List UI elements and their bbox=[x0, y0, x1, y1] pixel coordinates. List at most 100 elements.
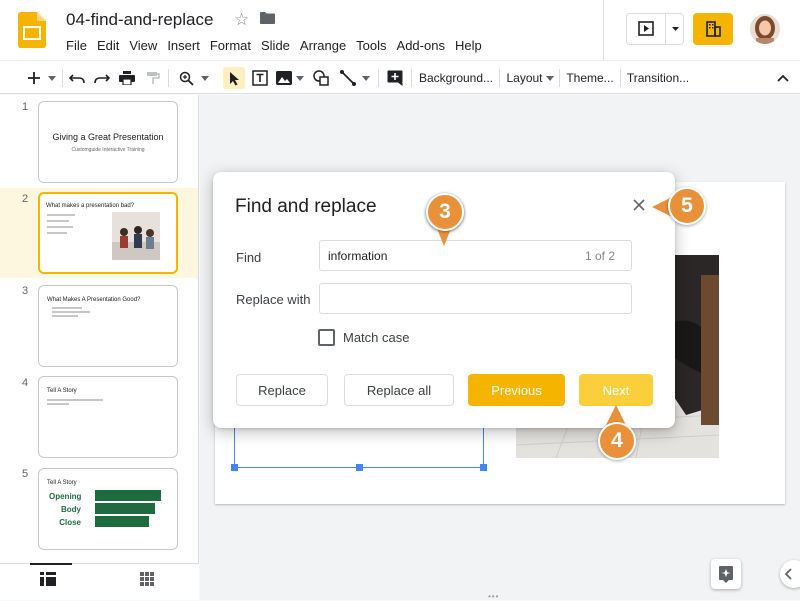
toolbar-divider bbox=[620, 69, 621, 87]
resize-handle[interactable] bbox=[231, 464, 238, 471]
callout-5: 5 bbox=[668, 187, 706, 225]
replace-all-button[interactable]: Replace all bbox=[344, 374, 454, 406]
menu-view[interactable]: View bbox=[124, 36, 162, 55]
theme-button[interactable]: Theme... bbox=[565, 68, 615, 88]
menu-tools[interactable]: Tools bbox=[351, 36, 391, 55]
thumb-title: What makes a presentation bad? bbox=[46, 203, 135, 209]
image-button[interactable] bbox=[274, 68, 294, 88]
zoom-button[interactable] bbox=[176, 68, 196, 88]
caret-down-icon bbox=[672, 27, 679, 31]
close-icon[interactable] bbox=[630, 196, 648, 214]
slide-thumbnail-2[interactable]: What makes a presentation bad? bbox=[38, 192, 178, 274]
image-icon bbox=[276, 71, 292, 85]
thumb-text-line bbox=[47, 403, 69, 405]
layout-button[interactable]: Layout bbox=[505, 68, 555, 88]
print-icon bbox=[119, 71, 135, 85]
present-icon bbox=[638, 21, 654, 36]
thumb-text-line bbox=[52, 315, 78, 317]
explore-icon bbox=[719, 566, 733, 583]
collapse-toolbar-button[interactable] bbox=[774, 68, 792, 88]
text-box-button[interactable] bbox=[250, 68, 270, 88]
match-case-label[interactable]: Match case bbox=[343, 330, 409, 345]
text-box-icon bbox=[252, 70, 268, 86]
menu-slide[interactable]: Slide bbox=[256, 36, 295, 55]
slide-number: 2 bbox=[22, 193, 29, 205]
match-case-checkbox[interactable] bbox=[318, 329, 335, 346]
slides-logo-icon[interactable] bbox=[18, 12, 46, 48]
line-icon bbox=[340, 70, 356, 86]
zoom-dropdown[interactable] bbox=[198, 68, 212, 88]
undo-button[interactable] bbox=[67, 68, 87, 88]
add-comment-icon bbox=[387, 70, 403, 86]
slide-thumbnail-4[interactable]: Tell A Story bbox=[38, 376, 178, 458]
transition-button[interactable]: Transition... bbox=[626, 68, 690, 88]
redo-button[interactable] bbox=[92, 68, 112, 88]
insert-comment-button[interactable] bbox=[385, 68, 405, 88]
menu-arrange[interactable]: Arrange bbox=[295, 36, 351, 55]
menu-insert[interactable]: Insert bbox=[162, 36, 205, 55]
shape-button[interactable] bbox=[311, 68, 331, 88]
explore-button[interactable] bbox=[711, 559, 741, 589]
new-slide-button[interactable] bbox=[24, 68, 44, 88]
slide-number: 3 bbox=[22, 285, 29, 297]
menu-file[interactable]: File bbox=[61, 36, 92, 55]
callout-3: 3 bbox=[426, 193, 464, 231]
menu-bar: File Edit View Insert Format Slide Arran… bbox=[61, 36, 487, 55]
folder-icon[interactable] bbox=[260, 12, 275, 24]
caret-down-icon bbox=[48, 75, 56, 81]
filmstrip-footer bbox=[0, 563, 199, 600]
next-button[interactable]: Next bbox=[579, 374, 653, 406]
present-button-group bbox=[626, 13, 684, 45]
document-title[interactable]: 04-find-and-replace bbox=[66, 10, 213, 30]
present-dropdown[interactable] bbox=[665, 14, 684, 44]
paint-format-icon bbox=[147, 72, 160, 84]
toolbar-divider bbox=[411, 69, 412, 87]
paint-format-button[interactable] bbox=[143, 68, 163, 88]
replace-button[interactable]: Replace bbox=[236, 374, 328, 406]
select-tool-button[interactable] bbox=[223, 67, 245, 89]
star-icon[interactable]: ☆ bbox=[234, 10, 249, 30]
line-button[interactable] bbox=[338, 68, 358, 88]
thumb-text-line bbox=[52, 307, 82, 309]
resize-handle[interactable] bbox=[356, 464, 363, 471]
thumb-title: What Makes A Presentation Good? bbox=[47, 297, 141, 303]
present-button[interactable] bbox=[627, 14, 665, 44]
callout-4: 4 bbox=[598, 422, 636, 460]
slide-number: 4 bbox=[22, 377, 29, 389]
caret-down-icon bbox=[201, 75, 209, 81]
toolbar-divider bbox=[62, 69, 63, 87]
caret-down-icon bbox=[545, 75, 554, 81]
toolbar: Background... Layout Theme... Transition… bbox=[0, 60, 800, 94]
app-header: 04-find-and-replace ☆ File Edit View Ins… bbox=[0, 0, 800, 60]
header-divider bbox=[603, 0, 604, 60]
side-panel-toggle[interactable] bbox=[780, 560, 800, 588]
toolbar-divider bbox=[559, 69, 560, 87]
resize-handle[interactable] bbox=[480, 464, 487, 471]
share-button[interactable] bbox=[693, 13, 733, 45]
replace-input[interactable] bbox=[319, 283, 632, 314]
slide-number: 1 bbox=[22, 101, 29, 113]
slide-thumbnail-5[interactable]: Tell A Story Opening Body Close bbox=[38, 468, 178, 550]
replace-label: Replace with bbox=[236, 292, 311, 307]
thumb-title: Tell A Story bbox=[47, 480, 77, 486]
zoom-icon bbox=[179, 71, 194, 86]
shape-icon bbox=[313, 70, 329, 86]
new-slide-dropdown[interactable] bbox=[45, 68, 59, 88]
slide-thumbnail-3[interactable]: What Makes A Presentation Good? bbox=[38, 285, 178, 367]
slide-thumbnail-1[interactable]: Giving a Great Presentation Customguide … bbox=[38, 101, 178, 183]
grid-view-icon[interactable] bbox=[140, 572, 154, 586]
avatar[interactable] bbox=[750, 14, 780, 44]
menu-format[interactable]: Format bbox=[205, 36, 256, 55]
menu-help[interactable]: Help bbox=[450, 36, 487, 55]
filmstrip-view-icon[interactable] bbox=[40, 572, 56, 586]
thumb-text-line bbox=[47, 399, 103, 401]
story-bar bbox=[95, 490, 161, 501]
line-dropdown[interactable] bbox=[360, 68, 372, 88]
image-dropdown[interactable] bbox=[294, 68, 306, 88]
background-button[interactable]: Background... bbox=[418, 68, 494, 88]
menu-edit[interactable]: Edit bbox=[92, 36, 124, 55]
match-count: 1 of 2 bbox=[585, 249, 616, 263]
print-button[interactable] bbox=[117, 68, 137, 88]
previous-button[interactable]: Previous bbox=[468, 374, 565, 406]
menu-addons[interactable]: Add-ons bbox=[392, 36, 450, 55]
